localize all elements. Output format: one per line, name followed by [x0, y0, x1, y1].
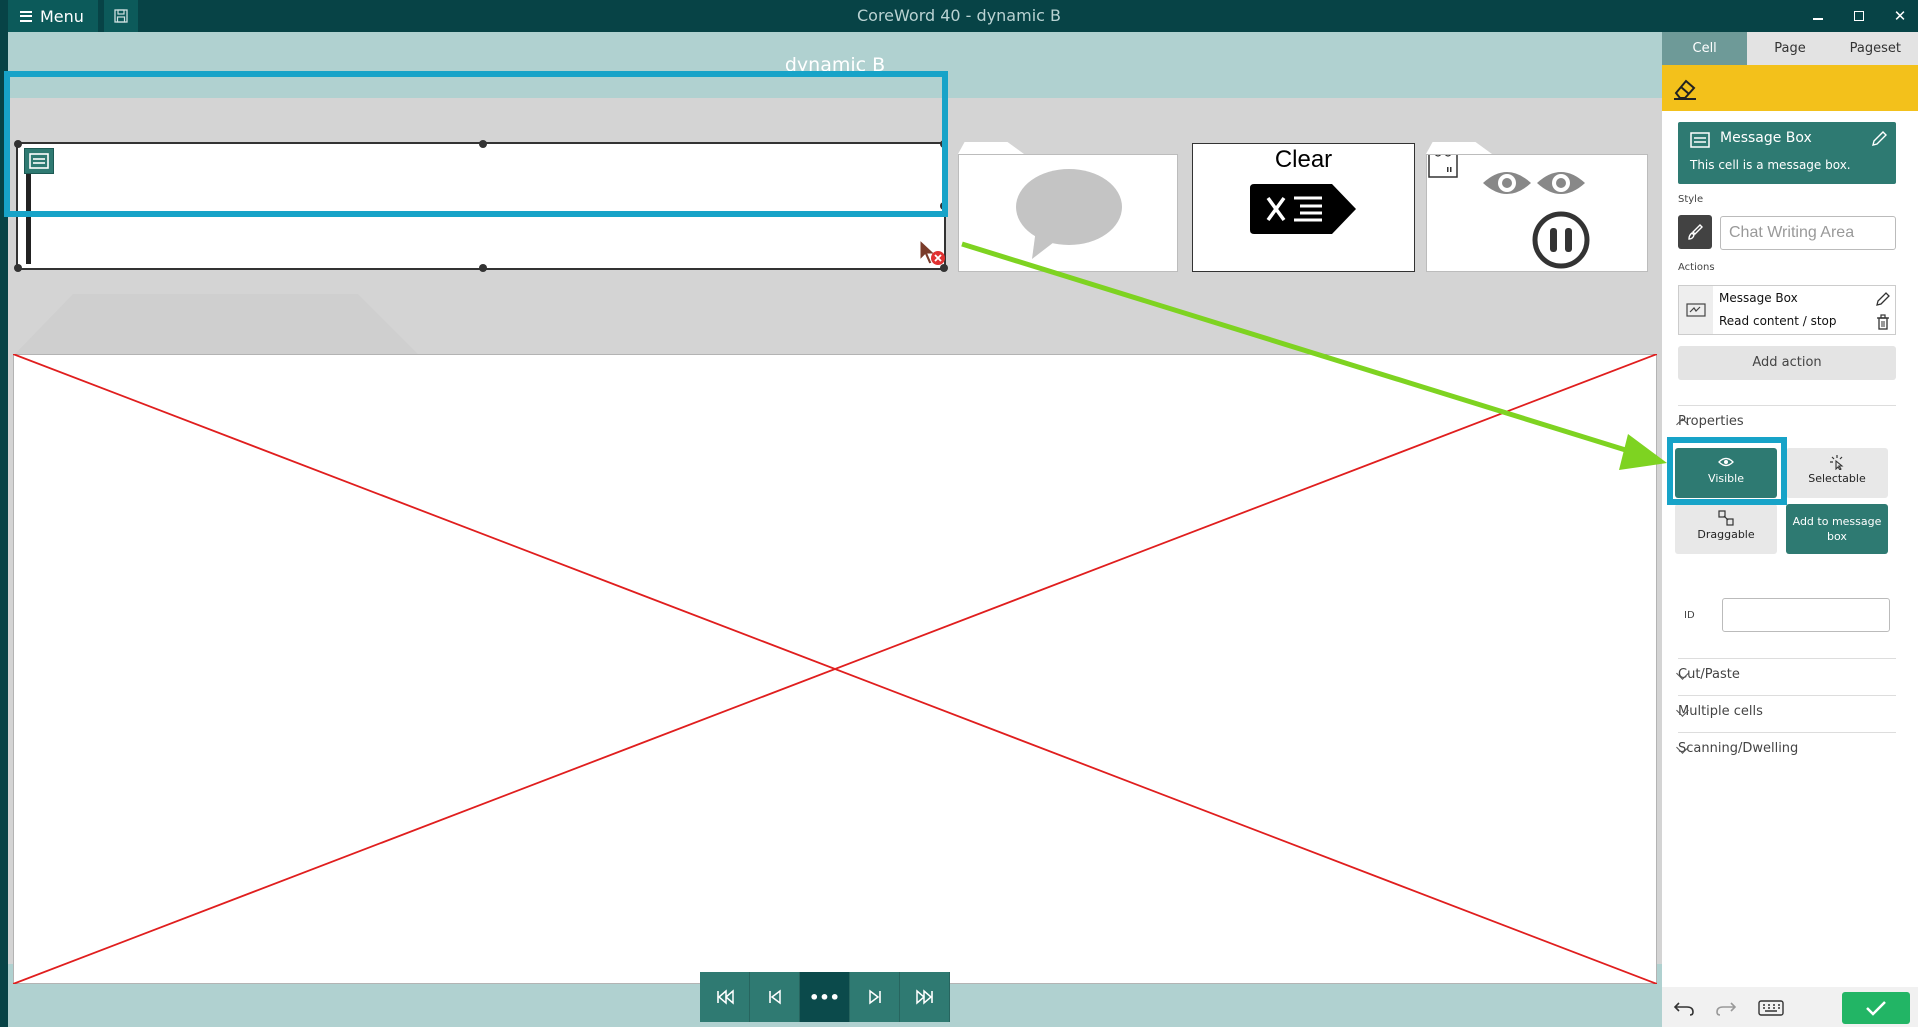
close-button[interactable]: ✕ [1880, 0, 1918, 32]
click-icon [1830, 455, 1844, 470]
clear-icon [1249, 184, 1356, 234]
clear-cell[interactable]: Clear [1192, 143, 1415, 272]
cut-paste-section-header[interactable]: Cut/Paste [1676, 658, 1896, 688]
cell-body [958, 154, 1178, 272]
clear-label: Clear [1274, 146, 1333, 173]
selectable-toggle[interactable]: Selectable [1786, 448, 1888, 498]
folder-tab [1426, 142, 1492, 154]
maximize-button[interactable] [1839, 0, 1879, 32]
cell-type-title: Message Box [1720, 130, 1812, 146]
properties-section-header[interactable]: Properties [1676, 405, 1896, 435]
first-page-button[interactable] [700, 972, 750, 1022]
minimize-button[interactable] [1798, 0, 1838, 32]
id-input[interactable] [1722, 598, 1890, 632]
multiple-cells-label: Multiple cells [1678, 704, 1763, 719]
next-icon [868, 989, 881, 1005]
resize-handle[interactable] [14, 264, 22, 272]
last-page-button[interactable] [900, 972, 950, 1022]
drag-icon [1718, 510, 1734, 526]
action-item[interactable]: Message Box Read content / stop [1678, 285, 1896, 335]
page-grid: Clear [8, 98, 1662, 984]
folder-tab [958, 142, 1024, 154]
checkmark-icon [1866, 1001, 1886, 1016]
visibility-toggle-cell[interactable] [1426, 142, 1648, 272]
save-icon [114, 9, 128, 23]
id-label: ID [1684, 610, 1695, 621]
no-select-cursor-icon [919, 238, 945, 265]
visible-highlight [1667, 437, 1787, 505]
add-to-message-box-label: Add to message box [1792, 515, 1882, 543]
empty-cell-placeholder[interactable] [13, 354, 1657, 984]
actions-label: Actions [1678, 262, 1715, 273]
undo-icon[interactable] [1672, 999, 1696, 1017]
style-brush-button[interactable] [1678, 215, 1712, 249]
page-navigation: ••• [700, 972, 950, 1022]
draggable-toggle[interactable]: Draggable [1675, 504, 1777, 554]
add-action-button[interactable]: Add action [1678, 346, 1896, 380]
panel-tabs: Cell Page Pageset [1662, 32, 1918, 65]
speech-bubble-icon [1016, 169, 1122, 259]
hamburger-icon [20, 10, 32, 22]
more-options-button[interactable]: ••• [800, 972, 850, 1022]
title-bar: Menu CoreWord 40 - dynamic B ✕ [0, 0, 1918, 32]
message-box-icon [1690, 132, 1710, 148]
menu-button[interactable]: Menu [8, 0, 98, 32]
save-button[interactable] [104, 0, 138, 32]
previous-icon [768, 989, 781, 1005]
scanning-dwelling-label: Scanning/Dwelling [1678, 741, 1799, 756]
action-detail: Read content / stop [1719, 314, 1837, 328]
scanning-dwelling-section-header[interactable]: Scanning/Dwelling [1676, 732, 1896, 762]
action-script-icon [1679, 286, 1713, 334]
redo-icon[interactable] [1714, 999, 1738, 1017]
brush-icon [1688, 224, 1703, 240]
selectable-label: Selectable [1808, 472, 1866, 485]
window-title: CoreWord 40 - dynamic B [856, 6, 1061, 25]
tab-pageset[interactable]: Pageset [1833, 32, 1918, 65]
maximize-icon [1854, 11, 1864, 21]
confirm-button[interactable] [1842, 992, 1910, 1024]
add-to-message-box-toggle[interactable]: Add to message box [1786, 504, 1888, 554]
style-field[interactable]: Chat Writing Area [1720, 216, 1896, 250]
more-icon: ••• [809, 987, 840, 1007]
properties-label: Properties [1678, 414, 1744, 429]
next-page-button[interactable] [850, 972, 900, 1022]
skip-first-icon [716, 989, 734, 1005]
cell-type-card: Message Box This cell is a message box. [1678, 122, 1896, 184]
trash-icon[interactable] [1876, 314, 1890, 330]
cell-body [1426, 154, 1648, 272]
cell-type-description: This cell is a message box. [1690, 158, 1851, 172]
minimize-icon [1813, 18, 1823, 20]
tool-bar [1662, 65, 1918, 111]
skip-last-icon [915, 989, 933, 1005]
action-name: Message Box [1719, 291, 1798, 305]
tab-cell[interactable]: Cell [1662, 32, 1748, 65]
eraser-icon[interactable] [1672, 75, 1698, 101]
eye-pause-icon [1428, 155, 1590, 269]
folder-tab-shape [13, 294, 420, 356]
keyboard-icon[interactable] [1758, 1000, 1784, 1016]
pencil-icon[interactable] [1870, 130, 1888, 148]
multiple-cells-section-header[interactable]: Multiple cells [1676, 695, 1896, 725]
close-icon: ✕ [1893, 7, 1907, 25]
panel-footer [1662, 987, 1918, 1027]
previous-page-button[interactable] [750, 972, 800, 1022]
style-label: Style [1678, 194, 1704, 205]
message-box-highlight [4, 71, 948, 217]
properties-panel: Cell Page Pageset Message Box This cell … [1662, 32, 1918, 1027]
draggable-label: Draggable [1697, 528, 1755, 541]
resize-handle[interactable] [479, 264, 487, 272]
tab-page[interactable]: Page [1747, 32, 1832, 65]
menu-label: Menu [40, 6, 84, 26]
speak-cell[interactable] [958, 142, 1178, 272]
pencil-icon[interactable] [1875, 291, 1891, 307]
